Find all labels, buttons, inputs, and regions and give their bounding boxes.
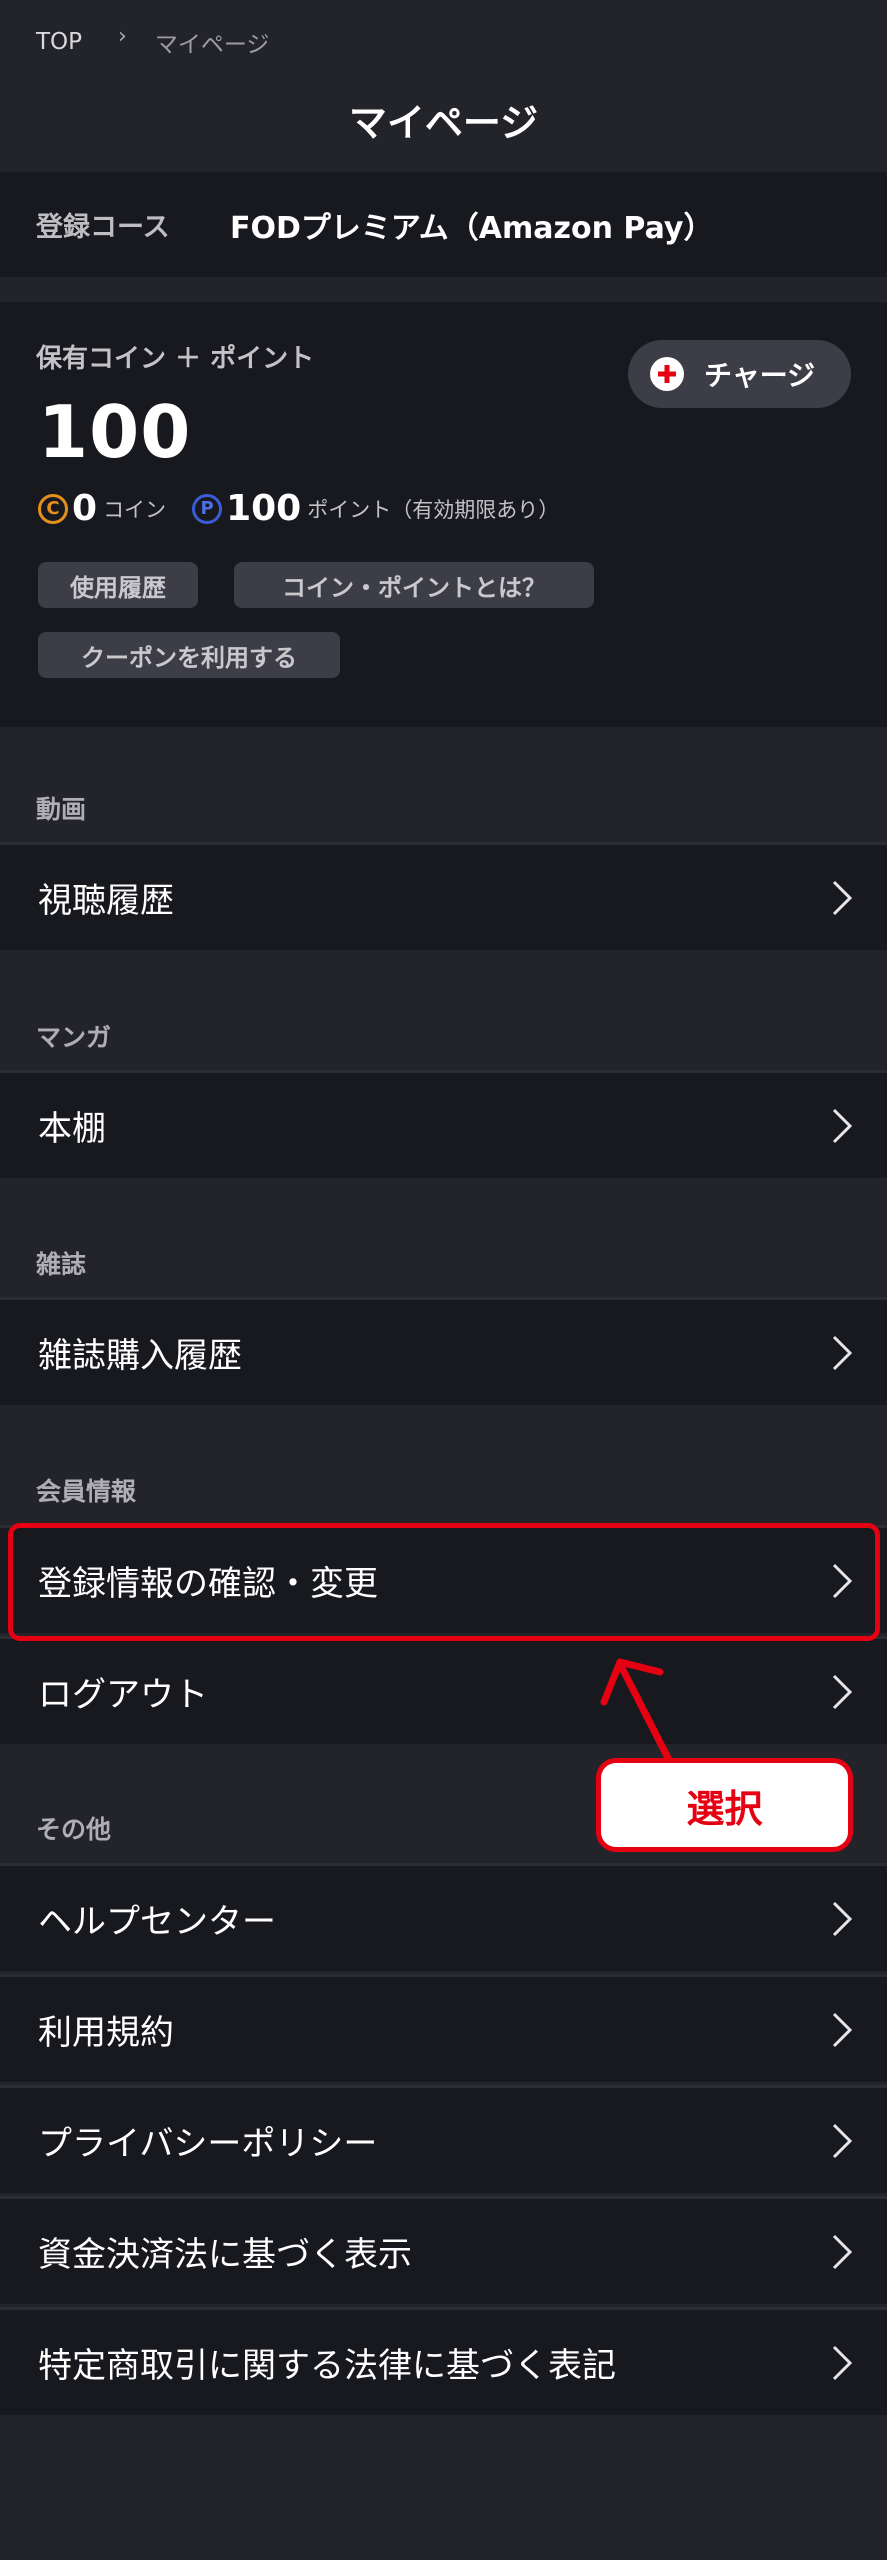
breadcrumb-top-link[interactable]: TOP bbox=[36, 29, 82, 55]
about-coins-chip[interactable]: コイン・ポイントとは？ bbox=[234, 562, 594, 608]
chevron-right-icon bbox=[825, 2121, 859, 2161]
course-value: FODプレミアム（Amazon Pay） bbox=[230, 210, 714, 246]
section-label-manga: マンガ bbox=[36, 1023, 112, 1052]
coin-heading: 保有コイン ＋ ポイント bbox=[36, 344, 315, 374]
section-label-magazine: 雑誌 bbox=[36, 1250, 87, 1279]
coin-icon: C bbox=[38, 493, 68, 524]
chevron-right-icon bbox=[825, 1106, 859, 1146]
breadcrumb-current: マイページ bbox=[154, 32, 270, 58]
list-item-watch-history[interactable]: 視聴履歴 bbox=[0, 842, 887, 950]
usage-history-chip[interactable]: 使用履歴 bbox=[38, 562, 198, 608]
list-item-label: ヘルプセンター bbox=[38, 1902, 276, 1942]
plus-circle-icon bbox=[650, 357, 684, 391]
course-label: 登録コース bbox=[36, 212, 170, 243]
list-item-label: プライバシーポリシー bbox=[38, 2124, 378, 2164]
chevron-right-icon bbox=[825, 2343, 859, 2383]
list-item-payment-services-act[interactable]: 資金決済法に基づく表示 bbox=[0, 2196, 887, 2304]
chevron-right-icon bbox=[825, 1899, 859, 1939]
charge-button[interactable]: チャージ bbox=[628, 340, 851, 408]
list-item-logout[interactable]: ログアウト bbox=[0, 1636, 887, 1744]
chevron-right-icon bbox=[825, 1333, 859, 1373]
coin-point-card: 保有コイン ＋ ポイント 100 チャージ C 0 コイン P 100 ポイント… bbox=[0, 302, 887, 727]
chevron-right-icon bbox=[825, 2232, 859, 2272]
charge-label: チャージ bbox=[704, 359, 816, 392]
pointer-arrow-icon bbox=[600, 1658, 672, 1762]
coin-breakdown: C 0 コイン P 100 ポイント（有効期限あり） bbox=[38, 488, 559, 529]
list-item-label: 本棚 bbox=[38, 1109, 106, 1149]
highlight-box bbox=[8, 1523, 880, 1641]
breadcrumb-chevron-icon: › bbox=[118, 23, 127, 49]
coin-total: 100 bbox=[38, 390, 192, 474]
chevron-right-icon bbox=[825, 1672, 859, 1712]
list-item-label: 視聴履歴 bbox=[38, 881, 174, 921]
use-coupon-chip[interactable]: クーポンを利用する bbox=[38, 632, 340, 678]
point-unit: ポイント（有効期限あり） bbox=[307, 497, 560, 522]
chevron-right-icon bbox=[825, 2010, 859, 2050]
coin-unit: コイン bbox=[103, 497, 167, 522]
chevron-right-icon bbox=[825, 878, 859, 918]
list-item-label: 利用規約 bbox=[38, 2013, 174, 2053]
list-item-label: 特定商取引に関する法律に基づく表記 bbox=[38, 2346, 616, 2386]
list-item-help-center[interactable]: ヘルプセンター bbox=[0, 1863, 887, 1971]
select-callout: 選択 bbox=[596, 1758, 853, 1852]
list-item-commercial-transactions-act[interactable]: 特定商取引に関する法律に基づく表記 bbox=[0, 2307, 887, 2415]
page-title: マイページ bbox=[348, 101, 539, 145]
point-icon: P bbox=[192, 493, 223, 524]
section-label-other: その他 bbox=[36, 1815, 112, 1844]
section-label-member-info: 会員情報 bbox=[36, 1477, 137, 1506]
coin-value: 0 bbox=[72, 488, 98, 529]
point-value: 100 bbox=[226, 488, 302, 529]
list-item-label: ログアウト bbox=[38, 1675, 208, 1715]
list-item-label: 資金決済法に基づく表示 bbox=[38, 2235, 412, 2275]
list-item-privacy-policy[interactable]: プライバシーポリシー bbox=[0, 2085, 887, 2193]
list-item-bookshelf[interactable]: 本棚 bbox=[0, 1070, 887, 1178]
list-item-magazine-purchase-history[interactable]: 雑誌購入履歴 bbox=[0, 1297, 887, 1405]
breadcrumb: TOP › マイページ bbox=[36, 22, 269, 62]
registered-course-row: 登録コース FODプレミアム（Amazon Pay） bbox=[0, 172, 887, 277]
section-label-video: 動画 bbox=[36, 795, 87, 824]
list-item-terms[interactable]: 利用規約 bbox=[0, 1974, 887, 2082]
list-item-label: 雑誌購入履歴 bbox=[38, 1336, 242, 1376]
